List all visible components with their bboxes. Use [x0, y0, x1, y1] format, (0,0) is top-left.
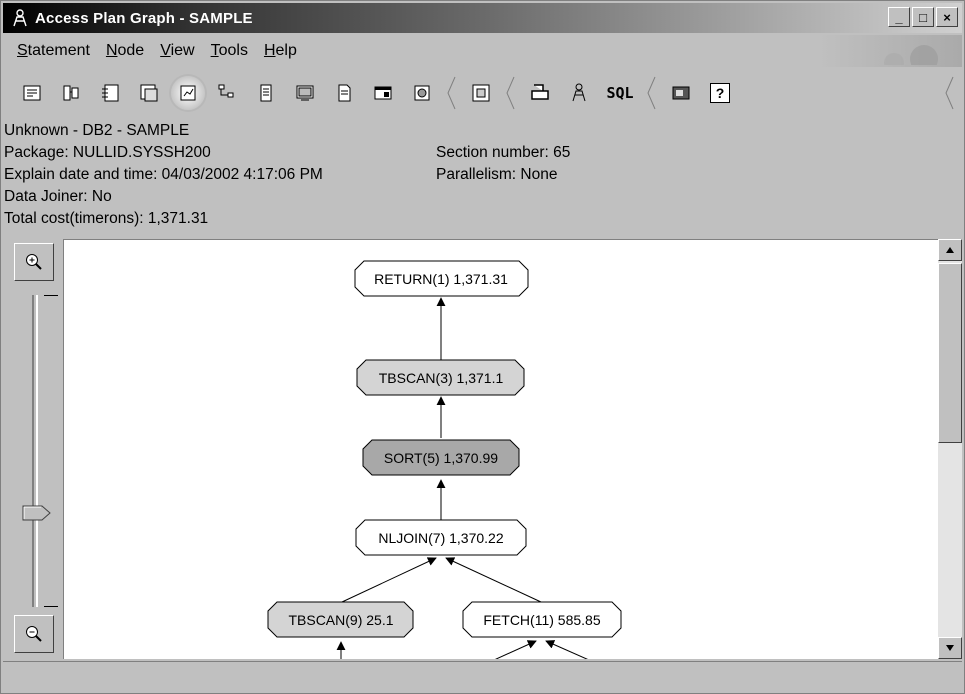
menu-view[interactable]: View	[152, 40, 202, 62]
window-title: Access Plan Graph - SAMPLE	[35, 9, 253, 27]
zoom-in-icon	[26, 254, 42, 270]
show-sql-icon[interactable]	[132, 76, 166, 110]
zoom-out-button[interactable]	[14, 615, 54, 653]
menu-view-rest: iew	[170, 42, 195, 59]
menu-statement[interactable]: Statement	[9, 40, 98, 62]
toolbar-separator	[444, 75, 458, 111]
data-joiner-label: Data Joiner: No	[4, 188, 112, 205]
menu-bar: Statement Node View Tools Help	[3, 35, 962, 67]
package-label: Package: NULLID.SYSSH200	[4, 144, 211, 161]
graph-canvas[interactable]: RETURN(1) 1,371.31 TBSCAN(3) 1,371.1 SOR…	[63, 239, 938, 659]
access-plan-graph-window: Access Plan Graph - SAMPLE _ □ × Stateme…	[0, 0, 965, 694]
explain-sql-icon[interactable]	[93, 76, 127, 110]
title-bar[interactable]: Access Plan Graph - SAMPLE _ □ ×	[3, 3, 962, 33]
zoom-out-icon	[26, 626, 42, 642]
menu-tools-rest: ools	[218, 42, 248, 59]
server-label: Unknown - DB2 - SAMPLE	[4, 122, 190, 139]
tick-mark	[44, 295, 58, 296]
show-statistics-icon[interactable]	[171, 76, 205, 110]
menu-node[interactable]: Node	[98, 40, 152, 62]
node-label: RETURN(1) 1,371.31	[374, 271, 508, 287]
graph-node-fetch11[interactable]: FETCH(11) 585.85	[462, 601, 622, 638]
menu-help-rest: elp	[275, 42, 297, 59]
node-label: FETCH(11) 585.85	[483, 612, 600, 628]
menu-statement-rest: tatement	[27, 42, 90, 59]
menu-node-rest: ode	[117, 42, 145, 59]
table-icon[interactable]	[288, 76, 322, 110]
status-bar	[3, 661, 962, 693]
graph-node-tbscan3[interactable]: TBSCAN(3) 1,371.1	[356, 359, 525, 396]
zoom-slider-thumb[interactable]	[22, 505, 52, 521]
zoom-slider-ticks	[44, 295, 60, 607]
toolbar-separator	[503, 75, 517, 111]
toolbar-separator	[644, 75, 658, 111]
function-icon[interactable]	[366, 76, 400, 110]
sql-label: SQL	[606, 84, 634, 102]
minimize-button[interactable]: _	[888, 7, 910, 27]
edge-fetch11-nljoin7	[445, 557, 542, 603]
graph-node-nljoin7[interactable]: NLJOIN(7) 1,370.22	[355, 519, 527, 556]
close-button[interactable]: ×	[936, 7, 958, 27]
app-icon	[9, 7, 31, 29]
vertical-scrollbar[interactable]	[938, 239, 962, 659]
sql-icon[interactable]: SQL	[601, 76, 639, 110]
scroll-up-button[interactable]	[938, 239, 962, 261]
edge-below-fetch11-left	[494, 640, 537, 659]
access-plan-graph: RETURN(1) 1,371.31 TBSCAN(3) 1,371.1 SOR…	[267, 260, 622, 659]
help-icon[interactable]: ?	[703, 76, 737, 110]
scroll-thumb[interactable]	[938, 263, 962, 443]
edge-tbscan9-nljoin7	[341, 557, 437, 603]
section-number-label: Section number: 65	[436, 144, 571, 161]
dynamic-explain-icon[interactable]	[54, 76, 88, 110]
print-icon[interactable]	[523, 76, 557, 110]
graph-node-sort5[interactable]: SORT(5) 1,370.99	[362, 439, 520, 476]
parallelism-label: Parallelism: None	[436, 166, 558, 183]
maximize-button[interactable]: □	[912, 7, 934, 27]
scroll-down-button[interactable]	[938, 637, 962, 659]
node-label: TBSCAN(9) 25.1	[288, 612, 393, 628]
details-icon[interactable]	[249, 76, 283, 110]
edge-below-fetch11-right	[545, 640, 588, 659]
help-label: ?	[710, 83, 730, 103]
total-cost-label: Total cost(timerons): 1,371.31	[4, 210, 209, 227]
overview-icon[interactable]	[464, 76, 498, 110]
graph-node-tbscan9[interactable]: TBSCAN(9) 25.1	[267, 601, 414, 638]
graph-tree-icon[interactable]	[210, 76, 244, 110]
arrow-up-icon	[946, 247, 954, 253]
toolbar-separator	[942, 75, 956, 111]
node-label: NLJOIN(7) 1,370.22	[378, 530, 503, 546]
graph-node-return[interactable]: RETURN(1) 1,371.31	[354, 260, 529, 297]
statement-icon[interactable]	[15, 76, 49, 110]
wizard-icon[interactable]	[562, 76, 596, 110]
menu-tools[interactable]: Tools	[203, 40, 256, 62]
zoom-in-button[interactable]	[14, 243, 54, 281]
node-label: SORT(5) 1,370.99	[384, 450, 498, 466]
gear-decoration-icon	[884, 45, 938, 65]
zoom-slider-track[interactable]	[32, 295, 38, 607]
index-icon[interactable]	[327, 76, 361, 110]
explain-time-label: Explain date and time: 04/03/2002 4:17:0…	[4, 166, 323, 183]
tick-mark	[44, 606, 58, 607]
zoom-panel	[10, 239, 62, 659]
menu-help[interactable]: Help	[256, 40, 305, 62]
settings-icon[interactable]	[405, 76, 439, 110]
plan-info-panel: Unknown - DB2 - SAMPLE Package: NULLID.S…	[4, 121, 959, 235]
node-label: TBSCAN(3) 1,371.1	[379, 370, 504, 386]
arrow-down-icon	[946, 645, 954, 651]
toolbar: SQL ?	[3, 71, 962, 115]
monitor-icon[interactable]	[664, 76, 698, 110]
